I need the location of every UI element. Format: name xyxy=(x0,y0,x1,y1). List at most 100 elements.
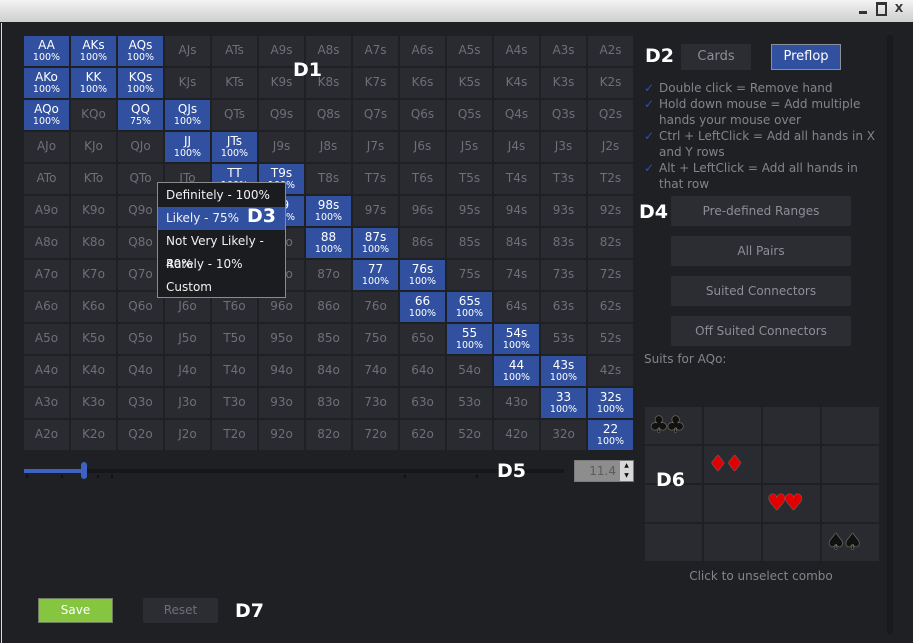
hand-cell-kts[interactable]: KTs xyxy=(212,68,257,98)
hand-cell-73s[interactable]: 73s xyxy=(541,260,586,290)
hand-cell-k3o[interactable]: K3o xyxy=(71,388,116,418)
hand-cell-q2o[interactable]: Q2o xyxy=(118,420,163,450)
hand-cell-a4s[interactable]: A4s xyxy=(494,36,539,66)
hand-cell-32o[interactable]: 32o xyxy=(541,420,586,450)
tab-cards[interactable]: Cards xyxy=(681,44,751,70)
hand-cell-qq[interactable]: QQ 75% xyxy=(118,100,163,130)
suit-combo-cell[interactable] xyxy=(704,485,761,522)
hand-cell-84o[interactable]: 84o xyxy=(306,356,351,386)
hand-cell-94s[interactable]: 94s xyxy=(494,196,539,226)
suit-combo-cell[interactable] xyxy=(822,485,879,522)
hand-cell-84s[interactable]: 84s xyxy=(494,228,539,258)
hand-cell-t5o[interactable]: T5o xyxy=(212,324,257,354)
hand-cell-54o[interactable]: 54o xyxy=(447,356,492,386)
range-slider-track[interactable] xyxy=(24,469,564,473)
hand-cell-kto[interactable]: KTo xyxy=(71,164,116,194)
dropdown-item-not[interactable]: Not Very Likely - 40% xyxy=(158,230,285,271)
hand-cell-74o[interactable]: 74o xyxy=(353,356,398,386)
hand-cell-k2o[interactable]: K2o xyxy=(71,420,116,450)
hand-cell-a2s[interactable]: A2s xyxy=(588,36,633,66)
hand-cell-86o[interactable]: 86o xyxy=(306,292,351,322)
hand-cell-qts[interactable]: QTs xyxy=(212,100,257,130)
hand-cell-53s[interactable]: 53s xyxy=(541,324,586,354)
hand-cell-93s[interactable]: 93s xyxy=(541,196,586,226)
hand-cell-88[interactable]: 88 100% xyxy=(306,228,351,258)
hand-cell-k5s[interactable]: K5s xyxy=(447,68,492,98)
hand-cell-85o[interactable]: 85o xyxy=(306,324,351,354)
dropdown-item-rarely[interactable]: Rarely - 10% xyxy=(158,253,285,276)
hand-cell-97s[interactable]: 97s xyxy=(353,196,398,226)
hand-cell-42s[interactable]: 42s xyxy=(588,356,633,386)
predefined-ranges-button[interactable]: Pre-defined Ranges xyxy=(671,196,851,226)
hand-cell-k5o[interactable]: K5o xyxy=(71,324,116,354)
hand-cell-64o[interactable]: 64o xyxy=(400,356,445,386)
hand-cell-a3o[interactable]: A3o xyxy=(24,388,69,418)
hand-cell-a2o[interactable]: A2o xyxy=(24,420,69,450)
range-percent-value[interactable]: 11.4 xyxy=(575,461,620,481)
hand-cell-j2s[interactable]: J2s xyxy=(588,132,633,162)
hand-cell-aqs[interactable]: AQs 100% xyxy=(118,36,163,66)
hand-cell-q6s[interactable]: Q6s xyxy=(400,100,445,130)
hand-cell-ako[interactable]: AKo 100% xyxy=(24,68,69,98)
hand-cell-kqo[interactable]: KQo xyxy=(71,100,116,130)
hand-cell-q2s[interactable]: Q2s xyxy=(588,100,633,130)
hand-cell-j7s[interactable]: J7s xyxy=(353,132,398,162)
hand-cell-kjs[interactable]: KJs xyxy=(165,68,210,98)
hand-cell-63o[interactable]: 63o xyxy=(400,388,445,418)
hand-cell-42o[interactable]: 42o xyxy=(494,420,539,450)
hand-cell-q5s[interactable]: Q5s xyxy=(447,100,492,130)
spin-down-icon[interactable]: ▼ xyxy=(620,471,633,481)
hand-cell-86s[interactable]: 86s xyxy=(400,228,445,258)
hand-cell-j6s[interactable]: J6s xyxy=(400,132,445,162)
hand-cell-aqo[interactable]: AQo 100% xyxy=(24,100,69,130)
hand-cell-62o[interactable]: 62o xyxy=(400,420,445,450)
hand-cell-a3s[interactable]: A3s xyxy=(541,36,586,66)
hand-cell-k9o[interactable]: K9o xyxy=(71,196,116,226)
hand-cell-a7o[interactable]: A7o xyxy=(24,260,69,290)
all-pairs-button[interactable]: All Pairs xyxy=(671,236,851,266)
hand-cell-54s[interactable]: 54s 100% xyxy=(494,324,539,354)
tab-preflop[interactable]: Preflop xyxy=(771,44,841,70)
hand-cell-43s[interactable]: 43s 100% xyxy=(541,356,586,386)
hand-cell-22[interactable]: 22 100% xyxy=(588,420,633,450)
hand-cell-64s[interactable]: 64s xyxy=(494,292,539,322)
hand-cell-kk[interactable]: KK 100% xyxy=(71,68,116,98)
hand-cell-82s[interactable]: 82s xyxy=(588,228,633,258)
hand-cell-q8s[interactable]: Q8s xyxy=(306,100,351,130)
hand-cell-qjs[interactable]: QJs 100% xyxy=(165,100,210,130)
hand-cell-62s[interactable]: 62s xyxy=(588,292,633,322)
hand-cell-kqs[interactable]: KQs 100% xyxy=(118,68,163,98)
hand-cell-a6o[interactable]: A6o xyxy=(24,292,69,322)
hand-cell-j4s[interactable]: J4s xyxy=(494,132,539,162)
hand-cell-65o[interactable]: 65o xyxy=(400,324,445,354)
hand-cell-ato[interactable]: ATo xyxy=(24,164,69,194)
hand-cell-98s[interactable]: 98s 100% xyxy=(306,196,351,226)
hand-cell-t5s[interactable]: T5s xyxy=(447,164,492,194)
hand-cell-85s[interactable]: 85s xyxy=(447,228,492,258)
hand-cell-k3s[interactable]: K3s xyxy=(541,68,586,98)
hand-cell-83o[interactable]: 83o xyxy=(306,388,351,418)
hand-cell-95o[interactable]: 95o xyxy=(259,324,304,354)
hand-cell-k4o[interactable]: K4o xyxy=(71,356,116,386)
hand-cell-75o[interactable]: 75o xyxy=(353,324,398,354)
hand-cell-33[interactable]: 33 100% xyxy=(541,388,586,418)
hand-cell-63s[interactable]: 63s xyxy=(541,292,586,322)
hand-cell-t3s[interactable]: T3s xyxy=(541,164,586,194)
suit-combo-cell[interactable] xyxy=(763,524,820,561)
hand-cell-aks[interactable]: AKs 100% xyxy=(71,36,116,66)
hand-cell-k7s[interactable]: K7s xyxy=(353,68,398,98)
suit-combo-cell[interactable] xyxy=(763,446,820,483)
hand-cell-t3o[interactable]: T3o xyxy=(212,388,257,418)
hand-cell-65s[interactable]: 65s 100% xyxy=(447,292,492,322)
dropdown-item-definitely[interactable]: Definitely - 100% xyxy=(158,184,285,207)
hand-cell-q9s[interactable]: Q9s xyxy=(259,100,304,130)
hand-cell-95s[interactable]: 95s xyxy=(447,196,492,226)
hand-cell-q4s[interactable]: Q4s xyxy=(494,100,539,130)
hand-cell-k8o[interactable]: K8o xyxy=(71,228,116,258)
hand-cell-j5s[interactable]: J5s xyxy=(447,132,492,162)
hand-cell-k6s[interactable]: K6s xyxy=(400,68,445,98)
hand-cell-t4s[interactable]: T4s xyxy=(494,164,539,194)
hand-cell-74s[interactable]: 74s xyxy=(494,260,539,290)
hand-cell-j8s[interactable]: J8s xyxy=(306,132,351,162)
hand-cell-66[interactable]: 66 100% xyxy=(400,292,445,322)
